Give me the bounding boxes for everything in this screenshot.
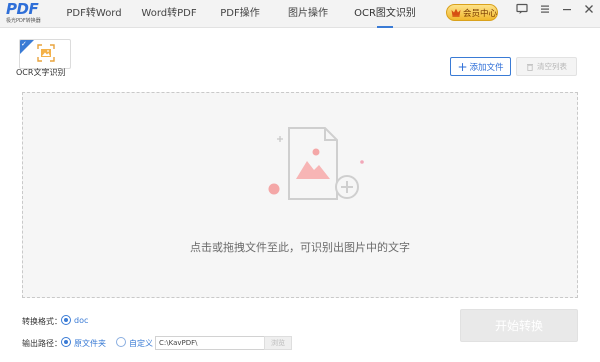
drop-zone-hint: 点击或拖拽文件至此，可识别出图片中的文字 (190, 241, 410, 254)
check-icon: ✓ (21, 40, 27, 48)
output-path-input[interactable] (155, 336, 265, 350)
tab-ocr[interactable]: OCR图文识别 (342, 0, 428, 28)
app-logo: PDF 极光PDF转换器 (6, 2, 50, 26)
output-custom-radio[interactable] (116, 337, 126, 347)
top-bar: PDF 极光PDF转换器 PDF转Word Word转PDF PDF操作 图片操… (0, 0, 600, 28)
add-image-file-icon (268, 127, 364, 200)
tab-word-to-pdf[interactable]: Word转PDF (132, 0, 206, 28)
menu-icon[interactable] (538, 2, 552, 16)
tab-pdf-to-word[interactable]: PDF转Word (56, 0, 132, 28)
tab-pdf-operations[interactable]: PDF操作 (206, 0, 274, 28)
ocr-tool-card[interactable]: ✓ (19, 39, 71, 69)
trash-icon (527, 63, 533, 71)
logo-mark: PDF (6, 0, 39, 18)
close-icon[interactable] (582, 2, 596, 16)
format-doc-radio[interactable] (61, 315, 71, 325)
output-source-folder-label[interactable]: 原文件夹 (74, 338, 106, 349)
plus-icon: + (457, 59, 468, 74)
format-doc-label[interactable]: doc (74, 316, 88, 325)
output-path-label: 输出路径： (22, 339, 62, 348)
main-nav: PDF转Word Word转PDF PDF操作 图片操作 OCR图文识别 (56, 0, 428, 28)
vip-center-label: 会员中心 (462, 8, 497, 19)
ocr-image-icon (37, 44, 55, 62)
ocr-tool-label: OCR文字识别 (16, 68, 66, 77)
add-file-button[interactable]: + 添加文件 (450, 57, 511, 76)
minimize-icon[interactable] (560, 2, 574, 16)
browse-button[interactable]: 浏览 (264, 336, 292, 350)
clear-list-button[interactable]: 清空列表 (516, 57, 577, 76)
feedback-icon[interactable] (515, 2, 529, 16)
output-source-folder-radio[interactable] (61, 337, 71, 347)
crown-icon (451, 8, 461, 17)
clear-list-label: 清空列表 (537, 62, 567, 71)
format-label: 转换格式： (22, 317, 62, 326)
logo-subtitle: 极光PDF转换器 (6, 18, 41, 24)
output-custom-label[interactable]: 自定义 (129, 338, 153, 349)
add-file-label: 添加文件 (469, 62, 504, 73)
vip-center-button[interactable]: 会员中心 (446, 4, 498, 21)
start-convert-button[interactable]: 开始转换 (460, 309, 578, 342)
tab-image-operations[interactable]: 图片操作 (274, 0, 342, 28)
file-drop-zone[interactable]: 点击或拖拽文件至此，可识别出图片中的文字 (22, 92, 578, 298)
